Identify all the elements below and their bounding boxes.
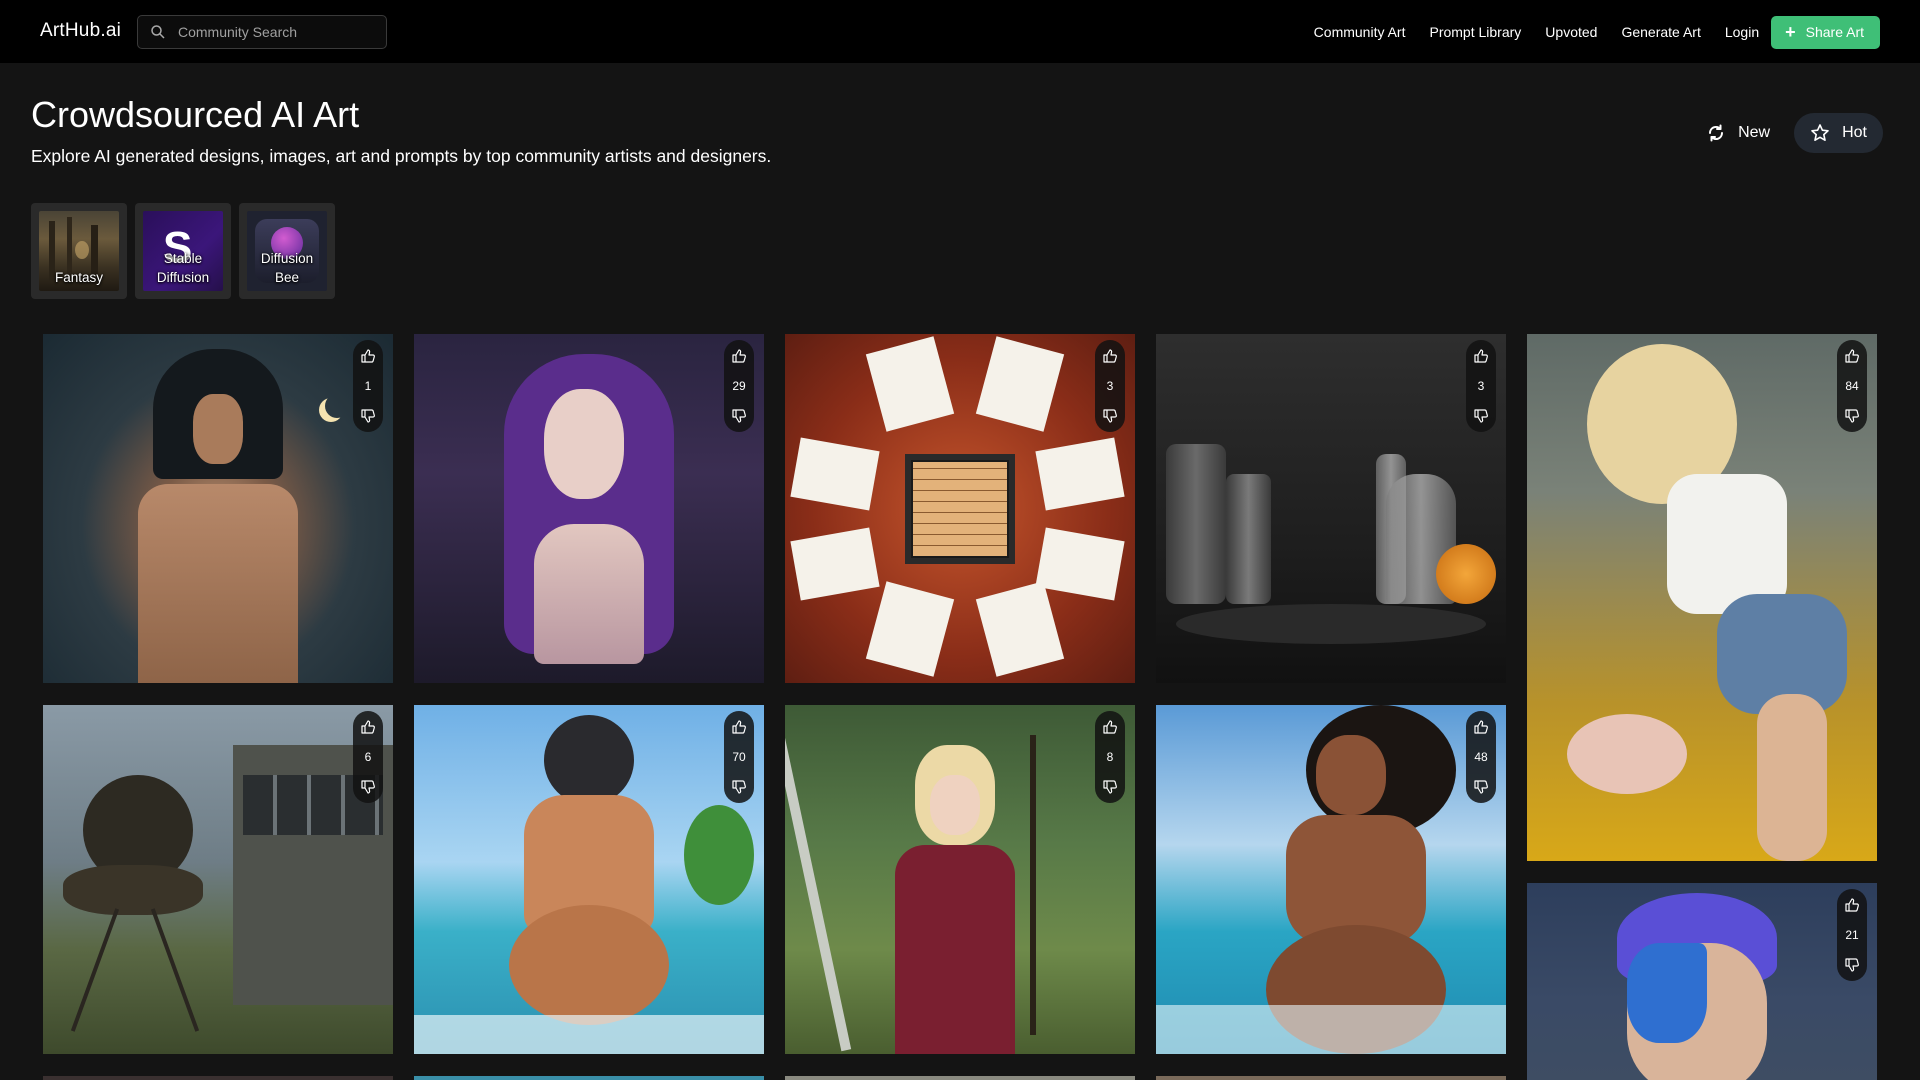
share-art-label: Share Art — [1805, 24, 1864, 40]
nav-links: Community Art Prompt Library Upvoted Gen… — [1290, 15, 1880, 49]
sort-new-label: New — [1738, 124, 1771, 141]
star-icon — [1811, 124, 1829, 141]
category-fantasy[interactable]: Fantasy — [31, 203, 127, 299]
nav-link-generate-art[interactable]: Generate Art — [1621, 24, 1700, 40]
art-card[interactable] — [43, 1076, 393, 1080]
vote-widget: 3 — [1466, 340, 1496, 432]
art-card[interactable] — [1156, 1076, 1506, 1080]
thumbs-down-icon[interactable] — [1473, 408, 1489, 424]
thumbs-up-icon[interactable] — [1102, 719, 1118, 735]
thumbs-up-icon[interactable] — [360, 719, 376, 735]
thumbs-down-icon[interactable] — [731, 779, 747, 795]
sort-new-button[interactable]: New — [1690, 113, 1786, 153]
plus-icon: + — [1785, 22, 1796, 42]
thumbs-up-icon[interactable] — [1844, 348, 1860, 364]
vote-widget: 6 — [353, 711, 383, 803]
search-box[interactable] — [137, 15, 387, 49]
refresh-icon — [1709, 124, 1724, 142]
art-card[interactable]: 29 — [414, 334, 764, 683]
art-card[interactable] — [414, 1076, 764, 1080]
vote-count: 84 — [1845, 379, 1859, 393]
category-stable-diffusion[interactable]: S Stable Diffusion — [135, 203, 231, 299]
art-card[interactable]: 70 — [414, 705, 764, 1054]
thumbs-up-icon[interactable] — [1102, 348, 1118, 364]
page-subtitle: Explore AI generated designs, images, ar… — [31, 146, 772, 166]
vote-widget: 70 — [724, 711, 754, 803]
sort-toggle: New Hot — [1682, 113, 1883, 153]
thumbs-down-icon[interactable] — [1844, 408, 1860, 424]
art-card[interactable]: 84 — [1527, 334, 1877, 861]
vote-count: 21 — [1845, 928, 1859, 942]
vote-widget: 8 — [1095, 711, 1125, 803]
art-card[interactable]: 6 — [43, 705, 393, 1054]
thumbs-down-icon[interactable] — [1102, 408, 1118, 424]
vote-widget: 3 — [1095, 340, 1125, 432]
search-input[interactable] — [178, 16, 378, 48]
vote-count: 3 — [1477, 379, 1485, 393]
art-card[interactable]: 3 — [785, 334, 1135, 683]
category-label: Diffusion Bee — [260, 251, 314, 285]
art-card[interactable]: 48 — [1156, 705, 1506, 1054]
nav-link-community-art[interactable]: Community Art — [1314, 24, 1406, 40]
vote-count: 70 — [732, 750, 746, 764]
site-logo[interactable]: ArtHub.ai — [40, 20, 121, 42]
category-label: Stable Diffusion — [156, 251, 210, 285]
vote-count: 3 — [1106, 379, 1114, 393]
share-art-button[interactable]: + Share Art — [1771, 15, 1880, 49]
art-card[interactable]: 3 — [1156, 334, 1506, 683]
thumbs-up-icon[interactable] — [731, 348, 747, 364]
category-diffusion-bee[interactable]: Diffusion Bee — [239, 203, 335, 299]
thumbs-down-icon[interactable] — [1844, 957, 1860, 973]
vote-widget: 48 — [1466, 711, 1496, 803]
page-title: Crowdsourced AI Art — [31, 94, 360, 135]
thumbs-up-icon[interactable] — [731, 719, 747, 735]
nav-link-login[interactable]: Login — [1725, 24, 1759, 40]
art-card[interactable]: 1 — [43, 334, 393, 683]
art-card[interactable] — [785, 1076, 1135, 1080]
nav-link-upvoted[interactable]: Upvoted — [1545, 24, 1597, 40]
thumbs-down-icon[interactable] — [1473, 779, 1489, 795]
vote-count: 6 — [364, 750, 372, 764]
vote-count: 1 — [364, 379, 372, 393]
vote-widget: 84 — [1837, 340, 1867, 432]
vote-count: 29 — [732, 379, 746, 393]
nav-link-prompt-library[interactable]: Prompt Library — [1429, 24, 1521, 40]
vote-count: 48 — [1474, 750, 1488, 764]
category-label: Fantasy — [54, 270, 104, 285]
thumbs-up-icon[interactable] — [360, 348, 376, 364]
art-card[interactable]: 8 — [785, 705, 1135, 1054]
vote-widget: 1 — [353, 340, 383, 432]
category-list: Fantasy S Stable Diffusion Diffusion Bee — [31, 203, 343, 299]
search-icon — [151, 25, 165, 39]
top-navbar: ArtHub.ai Community Art Prompt Library U… — [0, 0, 1920, 63]
sort-hot-label: Hot — [1842, 124, 1867, 141]
thumbs-up-icon[interactable] — [1473, 348, 1489, 364]
thumbs-down-icon[interactable] — [360, 779, 376, 795]
thumbs-down-icon[interactable] — [360, 408, 376, 424]
vote-widget: 29 — [724, 340, 754, 432]
thumbs-up-icon[interactable] — [1844, 897, 1860, 913]
thumbs-down-icon[interactable] — [731, 408, 747, 424]
art-card[interactable]: 21 — [1527, 883, 1877, 1080]
vote-widget: 21 — [1837, 889, 1867, 981]
sort-hot-button[interactable]: Hot — [1794, 113, 1883, 153]
thumbs-up-icon[interactable] — [1473, 719, 1489, 735]
thumbs-down-icon[interactable] — [1102, 779, 1118, 795]
vote-count: 8 — [1106, 750, 1114, 764]
